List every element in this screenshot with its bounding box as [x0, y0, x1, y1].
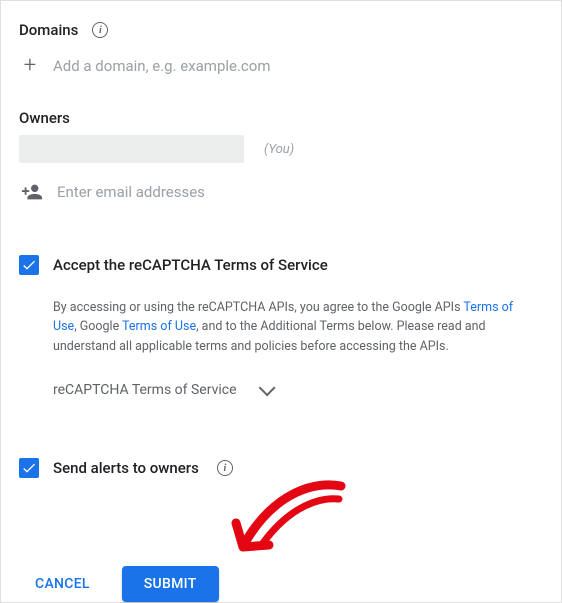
owner-email-input[interactable] — [57, 183, 553, 201]
chevron-down-icon — [258, 380, 275, 397]
tos-link-2[interactable]: Terms of Use — [122, 319, 196, 334]
owner-chip — [19, 135, 244, 163]
submit-button[interactable]: SUBMIT — [122, 566, 219, 602]
add-domain-row[interactable]: + — [9, 43, 553, 89]
tos-row: Accept the reCAPTCHA Terms of Service By… — [9, 249, 553, 404]
owner-row: (You) — [9, 127, 553, 171]
tos-desc-lead: By accessing or using the reCAPTCHA APIs… — [53, 300, 463, 315]
owners-heading-row: Owners — [9, 109, 553, 127]
domains-heading-row: Domains i — [9, 21, 553, 39]
alerts-checkbox[interactable] — [19, 458, 39, 478]
person-add-icon — [21, 181, 43, 203]
plus-icon: + — [21, 57, 39, 75]
alerts-row: Send alerts to owners i — [9, 452, 553, 484]
add-owner-row[interactable] — [9, 175, 553, 217]
tos-desc-mid: , Google — [74, 319, 122, 334]
tos-checkbox-label: Accept the reCAPTCHA Terms of Service — [53, 255, 547, 274]
cancel-button[interactable]: CANCEL — [27, 568, 98, 600]
tos-expander[interactable]: reCAPTCHA Terms of Service — [53, 382, 547, 398]
tos-description: By accessing or using the reCAPTCHA APIs… — [53, 298, 547, 356]
tos-checkbox[interactable] — [19, 255, 39, 275]
annotation-arrow-icon — [221, 471, 361, 581]
action-buttons: CANCEL SUBMIT — [9, 566, 553, 602]
alerts-checkbox-label: Send alerts to owners — [53, 459, 199, 477]
info-icon[interactable]: i — [92, 22, 108, 38]
domains-title: Domains — [19, 21, 78, 39]
info-icon[interactable]: i — [217, 460, 233, 476]
checkmark-icon — [21, 460, 37, 476]
owner-you-label: (You) — [258, 142, 294, 157]
tos-expander-label: reCAPTCHA Terms of Service — [53, 382, 237, 398]
add-domain-input[interactable] — [53, 57, 553, 75]
owners-title: Owners — [19, 109, 70, 127]
checkmark-icon — [21, 257, 37, 273]
